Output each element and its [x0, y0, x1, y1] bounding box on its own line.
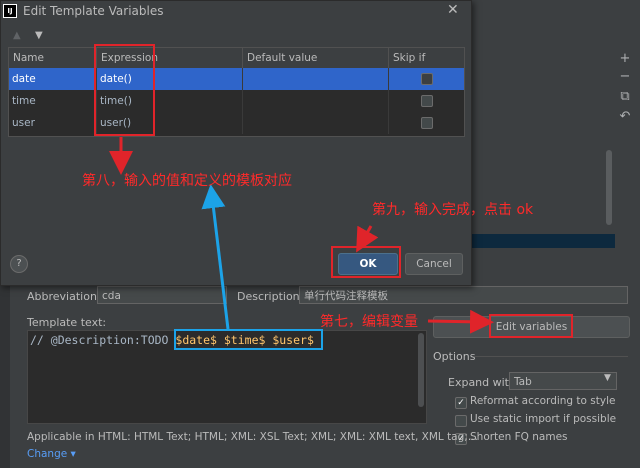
annotation-arrows	[109, 137, 494, 334]
annotation-step9: 第九，输入完成，点击 ok	[372, 202, 534, 218]
annotation-step8: 第八，输入的值和定义的模板对应	[82, 173, 292, 189]
arrow-step9	[356, 225, 379, 253]
arrow-step7	[427, 309, 494, 334]
arrow-variables-link	[201, 184, 230, 330]
annotation-step7: 第七，编辑变量	[320, 314, 418, 330]
